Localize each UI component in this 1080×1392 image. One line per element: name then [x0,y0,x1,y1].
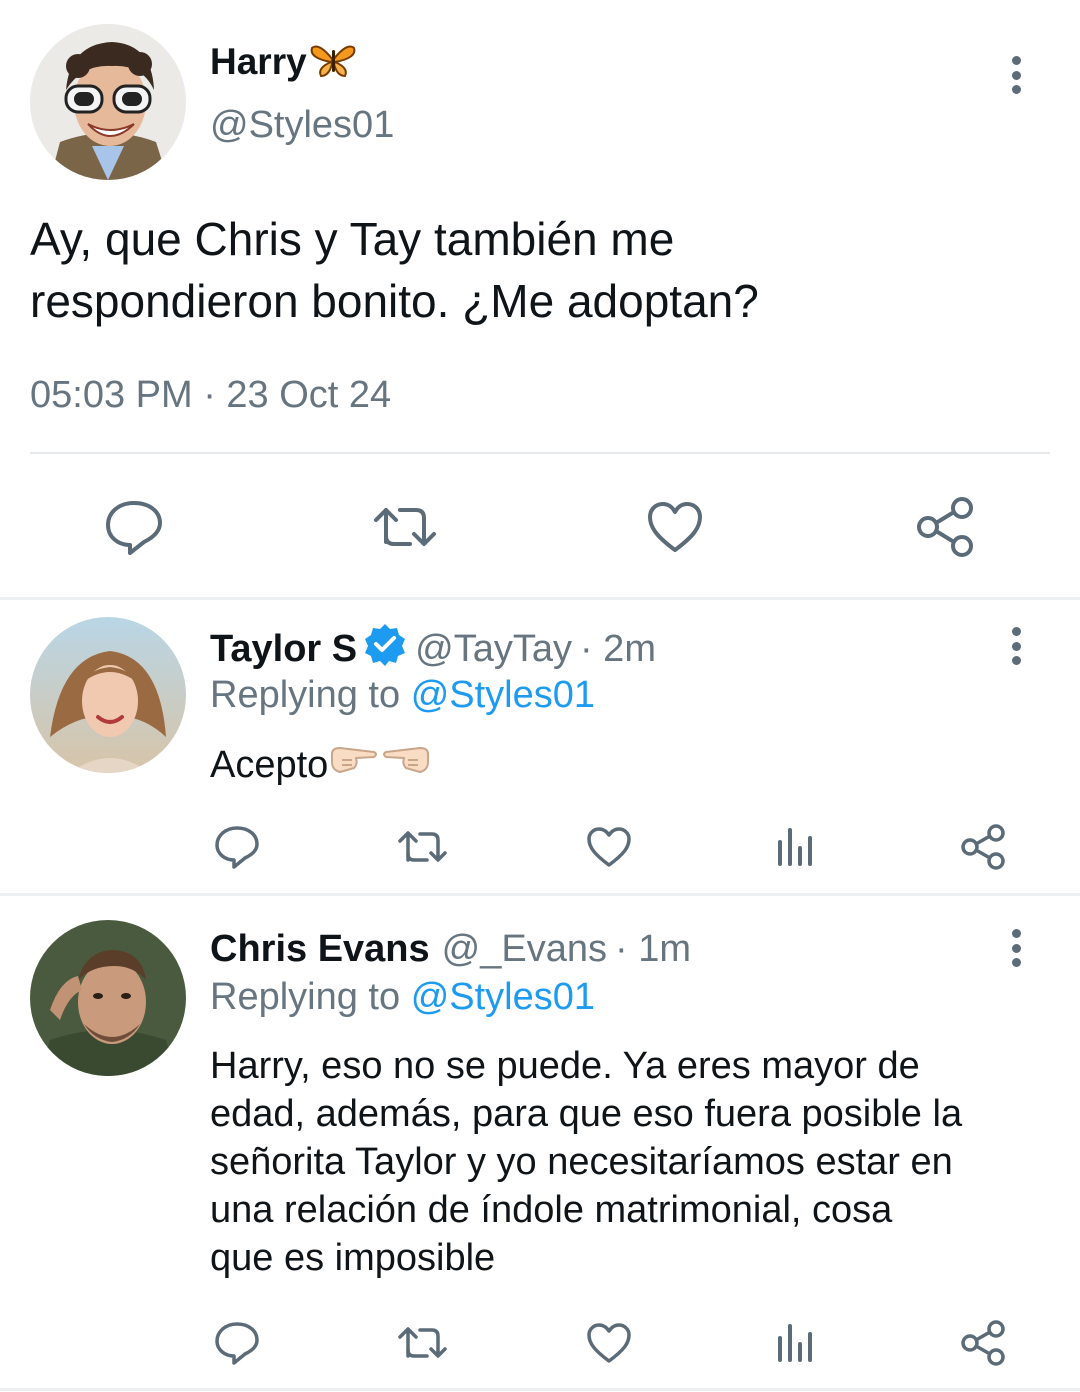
main-timestamp[interactable]: 05:03 PM · 23 Oct 24 [30,374,391,417]
chris-more-icon[interactable] [1011,929,1021,967]
taylor-like-icon[interactable] [586,826,632,868]
chris-reply-text-line: señorita Taylor y yo necesitaríamos esta… [210,1141,953,1183]
taylor-replying-prefix: Replying to [210,674,401,716]
main-tweet-text-line1: Ay, que Chris y Tay también me [30,213,675,265]
main-more-icon[interactable] [1011,56,1021,94]
chris-reply-icon[interactable] [214,1320,260,1366]
main-author-line: Harry [210,38,357,86]
share-icon[interactable] [914,496,976,558]
chris-reply-text-line: una relación de índole matrimonial, cosa [210,1189,893,1231]
taylor-reply-text: Acepto [210,740,432,790]
divider-2 [0,893,1080,896]
taylor-more-icon[interactable] [1011,627,1021,665]
pointing-left-hand-icon [380,740,432,790]
taylor-reply-text-content: Acepto [210,743,329,786]
pointing-right-hand-icon [328,740,380,790]
chris-analytics-icon[interactable] [776,1322,816,1362]
taylor-time: · 2m [579,627,656,670]
taylor-header: Taylor S @TayTay · 2m [210,622,656,676]
divider-3 [0,1388,1080,1391]
retweet-icon[interactable] [370,502,440,552]
chris-name[interactable]: Chris Evans [210,928,430,971]
taylor-handle[interactable]: @TayTay [415,628,572,671]
taylor-avatar[interactable] [30,617,186,773]
reply-icon[interactable] [104,498,164,556]
main-tweet-text: Ay, que Chris y Tay también me respondie… [30,208,759,332]
harry-avatar[interactable] [30,24,186,180]
taylor-replying-link[interactable]: @Styles01 [411,674,595,716]
taylor-name[interactable]: Taylor S [210,628,357,671]
taylor-replying: Replying to @Styles01 [210,674,595,717]
verified-badge-icon [363,622,407,676]
main-handle[interactable]: @Styles01 [210,104,394,147]
chris-reply-text-line: Harry, eso no se puede. Ya eres mayor de [210,1045,920,1087]
chris-handle[interactable]: @_Evans [442,928,607,971]
chris-replying-prefix: Replying to [210,976,401,1018]
taylor-analytics-icon[interactable] [776,826,816,866]
main-author-name[interactable]: Harry [210,41,307,83]
butterfly-icon [309,40,357,85]
chris-retweet-icon[interactable] [396,1324,450,1362]
chris-header: Chris Evans @_Evans · 1m [210,925,691,973]
chris-reply-text-line: que es imposible [210,1237,496,1279]
like-icon[interactable] [646,500,704,554]
chris-reply-text-line: edad, además, para que eso fuera posible… [210,1093,963,1135]
chris-like-icon[interactable] [586,1322,632,1364]
chris-time: · 1m [614,927,691,970]
chris-share-icon[interactable] [960,1320,1006,1366]
chris-replying: Replying to @Styles01 [210,976,595,1019]
main-separator [30,452,1050,454]
main-tweet-text-line2: respondieron bonito. ¿Me adoptan? [30,275,759,327]
chris-reply-text: Harry, eso no se puede. Ya eres mayor de… [210,1042,962,1282]
taylor-retweet-icon[interactable] [396,828,450,866]
chris-avatar[interactable] [30,920,186,1076]
taylor-reply-icon[interactable] [214,824,260,870]
divider-1 [0,597,1080,600]
taylor-share-icon[interactable] [960,824,1006,870]
chris-replying-link[interactable]: @Styles01 [411,976,595,1018]
